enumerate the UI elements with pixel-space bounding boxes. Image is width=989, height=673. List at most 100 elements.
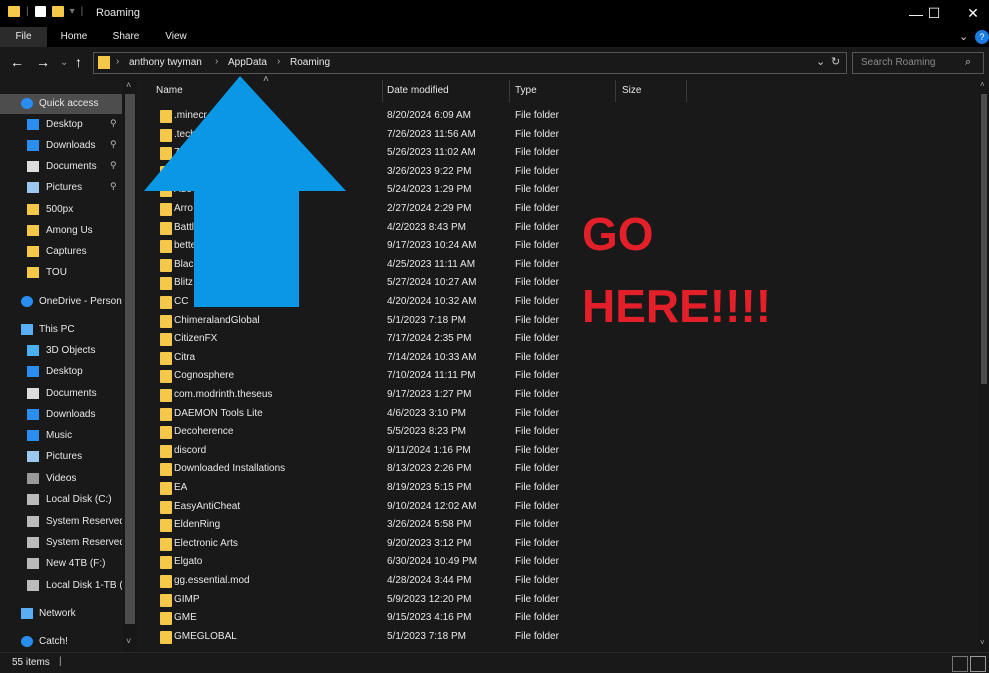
column-divider[interactable] bbox=[686, 80, 687, 102]
sidebar-item-7[interactable]: Captures bbox=[0, 242, 122, 262]
tab-home[interactable]: Home bbox=[55, 27, 93, 47]
file-row[interactable]: DAEMON Tools Lite 4/6/2023 3:10 PM File fo… bbox=[155, 405, 855, 423]
cloud-icon bbox=[21, 296, 33, 307]
column-header-size[interactable]: Size bbox=[622, 85, 641, 107]
file-type: File folder bbox=[515, 296, 559, 307]
file-row[interactable]: gg.essential.mod 4/28/2024 3:44 PM File fo… bbox=[155, 572, 855, 590]
tab-share[interactable]: Share bbox=[107, 27, 145, 47]
file-row[interactable]: Cognosphere 7/10/2024 11:11 PM File folder bbox=[155, 367, 855, 385]
up-icon[interactable]: ↑ bbox=[75, 54, 82, 70]
forward-icon[interactable]: → bbox=[36, 54, 50, 70]
breadcrumb-roaming[interactable]: Roaming bbox=[290, 57, 330, 68]
pictures-icon bbox=[27, 451, 39, 462]
file-list-scrollbar[interactable]: ˄ ˅ bbox=[979, 80, 989, 652]
new-folder-icon[interactable] bbox=[51, 6, 64, 17]
file-type: File folder bbox=[515, 519, 559, 531]
sidebar-item-6[interactable]: Among Us bbox=[0, 221, 122, 241]
sidebar-item-19[interactable]: System Reserved bbox=[0, 512, 122, 532]
sidebar-item-16[interactable]: Pictures bbox=[0, 447, 122, 467]
refresh-icon[interactable]: ↻ bbox=[831, 55, 840, 68]
details-view-icon[interactable] bbox=[952, 656, 968, 672]
sidebar-item-4[interactable]: Pictures ⚲ bbox=[0, 178, 122, 198]
file-row[interactable]: Downloaded Installations 8/13/2023 2:26 P… bbox=[155, 460, 855, 478]
sidebar-item-17[interactable]: Videos bbox=[0, 469, 122, 489]
breadcrumb-user[interactable]: anthony twyman bbox=[129, 57, 202, 68]
breadcrumb-separator[interactable]: › bbox=[116, 56, 119, 67]
sidebar-item-15[interactable]: Music bbox=[0, 426, 122, 446]
sidebar-item-8[interactable]: TOU bbox=[0, 263, 122, 283]
file-row[interactable]: Citra 7/14/2024 10:33 AM File folder bbox=[155, 349, 855, 367]
breadcrumb-separator[interactable]: › bbox=[277, 56, 280, 67]
scroll-down-icon[interactable]: ˅ bbox=[126, 636, 131, 646]
column-header-date[interactable]: Date modified bbox=[387, 85, 449, 107]
address-bar[interactable]: › anthony twyman › AppData › Roaming ⌄ ↻ bbox=[93, 52, 847, 74]
sidebar-item-18[interactable]: Local Disk (C:) bbox=[0, 490, 122, 510]
sidebar-scroll-thumb[interactable] bbox=[125, 94, 135, 624]
sidebar-item-label: Network bbox=[39, 608, 76, 619]
file-row[interactable]: Electronic Arts 9/20/2023 3:12 PM File fol… bbox=[155, 535, 855, 553]
file-row[interactable]: GMEGLOBAL 5/1/2023 7:18 PM File folder bbox=[155, 628, 855, 646]
sidebar-item-label: Downloads bbox=[46, 409, 96, 420]
scroll-down-icon[interactable]: ˅ bbox=[980, 638, 985, 647]
search-input[interactable]: Search Roaming bbox=[861, 57, 935, 68]
file-type: File folder bbox=[515, 500, 559, 512]
column-header-type[interactable]: Type bbox=[515, 85, 537, 107]
address-dropdown-icon[interactable]: ⌄ bbox=[816, 55, 825, 68]
tab-file[interactable]: File bbox=[0, 27, 47, 47]
sidebar-scrollbar[interactable]: ˄ ˅ bbox=[123, 80, 137, 652]
folder-icon bbox=[160, 612, 172, 626]
column-divider[interactable] bbox=[382, 80, 383, 102]
file-row[interactable]: GME 9/15/2023 4:16 PM File folder bbox=[155, 609, 855, 627]
file-row[interactable]: EA 8/19/2023 5:15 PM File folder bbox=[155, 479, 855, 497]
sidebar-item-21[interactable]: New 4TB (F:) bbox=[0, 554, 122, 574]
sidebar-item-24[interactable]: Catch! bbox=[0, 632, 122, 652]
sidebar-item-10[interactable]: This PC bbox=[0, 320, 122, 340]
breadcrumb-appdata[interactable]: AppData bbox=[228, 57, 267, 68]
sidebar-item-12[interactable]: Desktop bbox=[0, 362, 122, 382]
ribbon-expand-icon[interactable]: ⌄ bbox=[959, 30, 968, 43]
customize-toolbar-icon[interactable]: ▾ bbox=[70, 6, 75, 17]
file-row[interactable]: com.modrinth.theseus 9/17/2023 1:27 PM Fil… bbox=[155, 386, 855, 404]
network-icon bbox=[21, 608, 33, 619]
sidebar-item-14[interactable]: Downloads bbox=[0, 405, 122, 425]
column-divider[interactable] bbox=[509, 80, 510, 102]
sidebar-item-3[interactable]: Documents ⚲ bbox=[0, 157, 122, 177]
sidebar-item-22[interactable]: Local Disk 1-TB ( bbox=[0, 576, 122, 596]
sidebar-item-0[interactable]: Quick access bbox=[0, 94, 122, 114]
file-date: 9/11/2024 1:16 PM bbox=[387, 444, 471, 456]
sidebar-item-13[interactable]: Documents bbox=[0, 384, 122, 404]
file-list-scroll-thumb[interactable] bbox=[981, 94, 987, 384]
sidebar-item-23[interactable]: Network bbox=[0, 604, 122, 624]
sidebar-item-20[interactable]: System Reserved bbox=[0, 533, 122, 553]
sidebar-item-11[interactable]: 3D Objects bbox=[0, 341, 122, 361]
back-icon[interactable]: ← bbox=[10, 54, 24, 70]
file-row[interactable]: Decoherence 5/5/2023 8:23 PM File folder bbox=[155, 423, 855, 441]
sidebar-item-5[interactable]: 500px bbox=[0, 200, 122, 220]
file-row[interactable]: GIMP 5/9/2023 12:20 PM File folder bbox=[155, 591, 855, 609]
file-type: File folder bbox=[515, 556, 559, 568]
close-icon[interactable]: ✕ bbox=[953, 0, 989, 27]
column-divider[interactable] bbox=[615, 80, 616, 102]
file-row[interactable]: EasyAntiCheat 9/10/2024 12:02 AM File fold… bbox=[155, 498, 855, 516]
properties-icon[interactable] bbox=[34, 6, 46, 17]
search-box[interactable]: Search Roaming ⌕ bbox=[852, 52, 984, 74]
scroll-up-icon[interactable]: ˄ bbox=[126, 80, 131, 90]
sidebar-item-1[interactable]: Desktop ⚲ bbox=[0, 115, 122, 135]
recent-locations-icon[interactable]: ⌄ bbox=[60, 57, 68, 68]
help-icon[interactable]: ? bbox=[975, 30, 989, 44]
pictures-icon bbox=[27, 182, 39, 193]
file-row[interactable]: Elgato 6/30/2024 10:49 PM File folder bbox=[155, 553, 855, 571]
window-title: Roaming bbox=[96, 7, 141, 19]
file-row[interactable]: EldenRing 3/26/2024 5:58 PM File folder bbox=[155, 516, 855, 534]
scroll-up-icon[interactable]: ˄ bbox=[980, 80, 985, 89]
folder-icon bbox=[160, 482, 172, 495]
search-icon[interactable]: ⌕ bbox=[965, 56, 971, 69]
large-icons-view-icon[interactable] bbox=[970, 656, 986, 672]
tab-view[interactable]: View bbox=[157, 27, 195, 47]
sidebar-item-9[interactable]: OneDrive - Person bbox=[0, 292, 122, 312]
file-type: File folder bbox=[515, 184, 559, 196]
breadcrumb-separator[interactable]: › bbox=[215, 56, 218, 67]
file-row[interactable]: discord 9/11/2024 1:16 PM File folder bbox=[155, 442, 855, 460]
maximize-icon[interactable]: ☐ bbox=[914, 0, 954, 27]
sidebar-item-2[interactable]: Downloads ⚲ bbox=[0, 136, 122, 156]
